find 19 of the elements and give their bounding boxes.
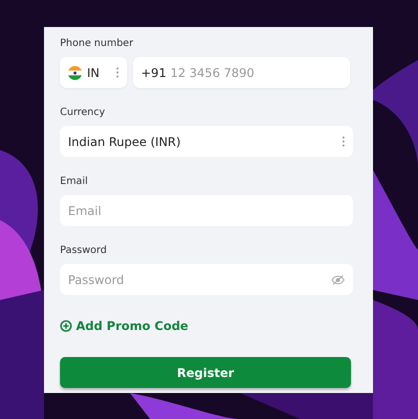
plus-circle-icon — [60, 320, 72, 332]
field-label: Currency — [60, 106, 106, 120]
kebab-icon[interactable] — [342, 136, 345, 147]
password-field[interactable]: Password — [60, 264, 353, 295]
field-label: Password — [60, 244, 108, 258]
phone-input[interactable]: 12 3456 7890 — [170, 66, 342, 80]
password-input[interactable]: Password — [68, 272, 331, 286]
field-label: Email — [60, 175, 89, 189]
flag-icon — [68, 66, 82, 80]
register-button[interactable]: Register — [60, 357, 351, 388]
field-label: Phone number — [60, 37, 134, 51]
eye-slash-icon[interactable] — [331, 274, 345, 284]
phone-field[interactable]: +91 12 3456 7890 — [133, 57, 350, 88]
email-field[interactable]: Email — [60, 195, 353, 226]
add-promo-link[interactable]: Add Promo Code — [60, 319, 188, 333]
country-select[interactable]: IN — [60, 57, 127, 88]
currency-select[interactable]: Indian Rupee (INR) — [60, 126, 353, 157]
kebab-icon[interactable] — [116, 67, 119, 78]
email-input[interactable]: Email — [68, 204, 345, 218]
